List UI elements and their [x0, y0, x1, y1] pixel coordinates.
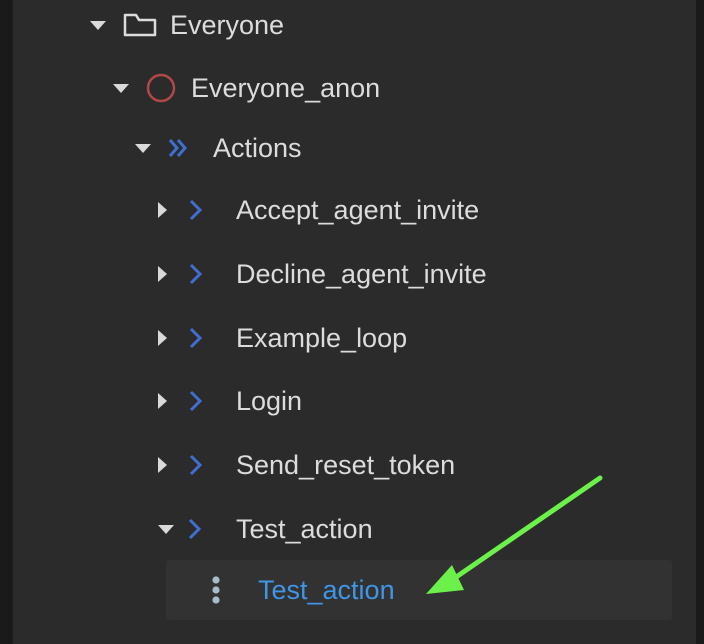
arrow-icon: [426, 475, 603, 594]
